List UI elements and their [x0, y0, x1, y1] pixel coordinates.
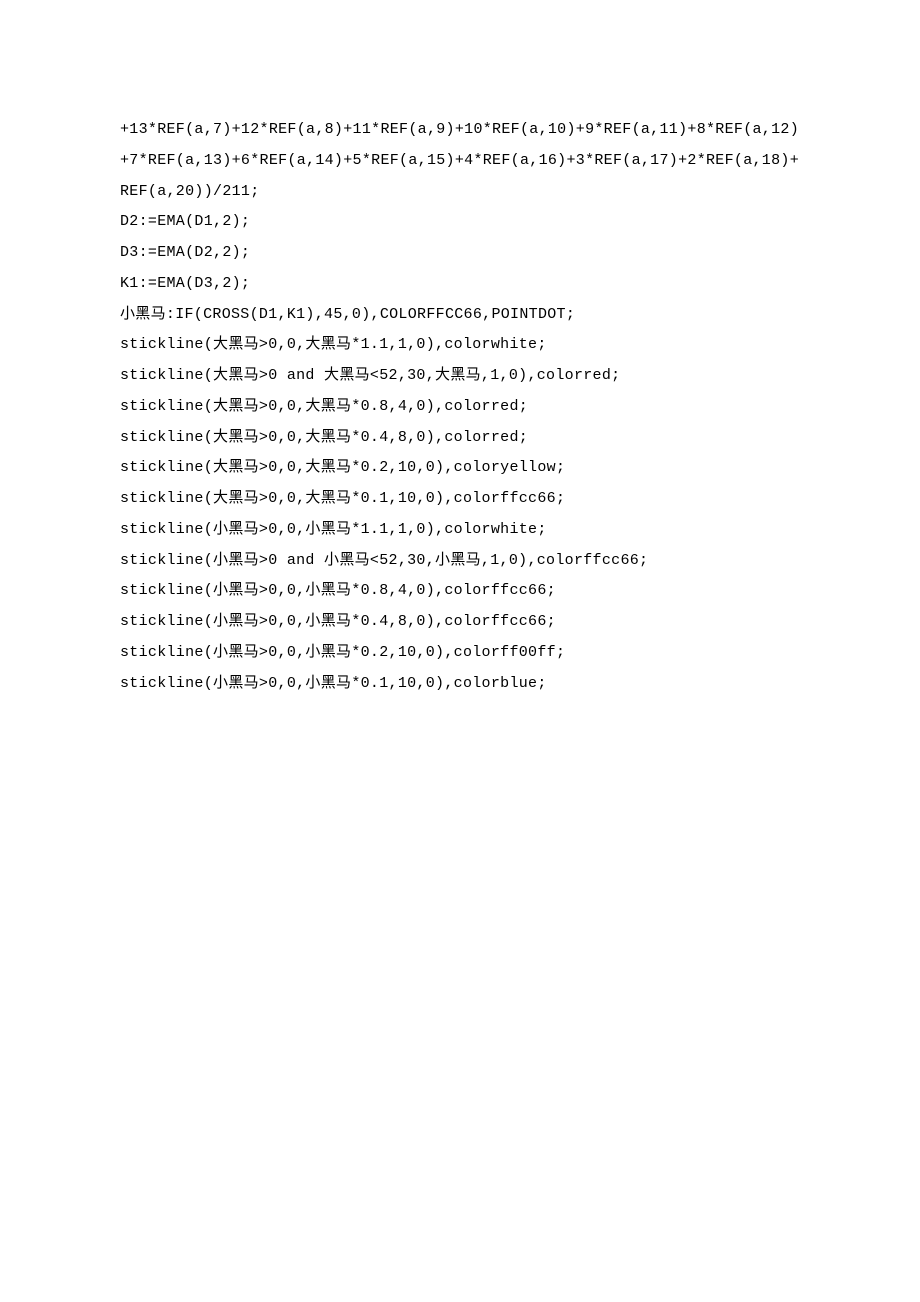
- code-line: +7*REF(a,13)+6*REF(a,14)+5*REF(a,15)+4*R…: [120, 146, 800, 177]
- code-line: D3:=EMA(D2,2);: [120, 238, 800, 269]
- code-line: stickline(小黑马>0,0,小黑马*0.4,8,0),colorffcc…: [120, 607, 800, 638]
- code-line: stickline(大黑马>0 and 大黑马<52,30,大黑马,1,0),c…: [120, 361, 800, 392]
- code-line: stickline(小黑马>0,0,小黑马*0.2,10,0),colorff0…: [120, 638, 800, 669]
- code-line: stickline(大黑马>0,0,大黑马*1.1,1,0),colorwhit…: [120, 330, 800, 361]
- code-line: stickline(小黑马>0,0,小黑马*1.1,1,0),colorwhit…: [120, 515, 800, 546]
- code-line: stickline(大黑马>0,0,大黑马*0.4,8,0),colorred;: [120, 423, 800, 454]
- code-line: D2:=EMA(D1,2);: [120, 207, 800, 238]
- code-line: stickline(大黑马>0,0,大黑马*0.2,10,0),coloryel…: [120, 453, 800, 484]
- code-line: stickline(大黑马>0,0,大黑马*0.8,4,0),colorred;: [120, 392, 800, 423]
- code-line: REF(a,20))/211;: [120, 177, 800, 208]
- code-line: 小黑马:IF(CROSS(D1,K1),45,0),COLORFFCC66,PO…: [120, 300, 800, 331]
- code-line: stickline(大黑马>0,0,大黑马*0.1,10,0),colorffc…: [120, 484, 800, 515]
- code-line: K1:=EMA(D3,2);: [120, 269, 800, 300]
- code-line: stickline(小黑马>0,0,小黑马*0.8,4,0),colorffcc…: [120, 576, 800, 607]
- code-line: +13*REF(a,7)+12*REF(a,8)+11*REF(a,9)+10*…: [120, 115, 800, 146]
- document-page: +13*REF(a,7)+12*REF(a,8)+11*REF(a,9)+10*…: [0, 0, 920, 1302]
- code-line: stickline(小黑马>0 and 小黑马<52,30,小黑马,1,0),c…: [120, 546, 800, 577]
- code-line: stickline(小黑马>0,0,小黑马*0.1,10,0),colorblu…: [120, 669, 800, 700]
